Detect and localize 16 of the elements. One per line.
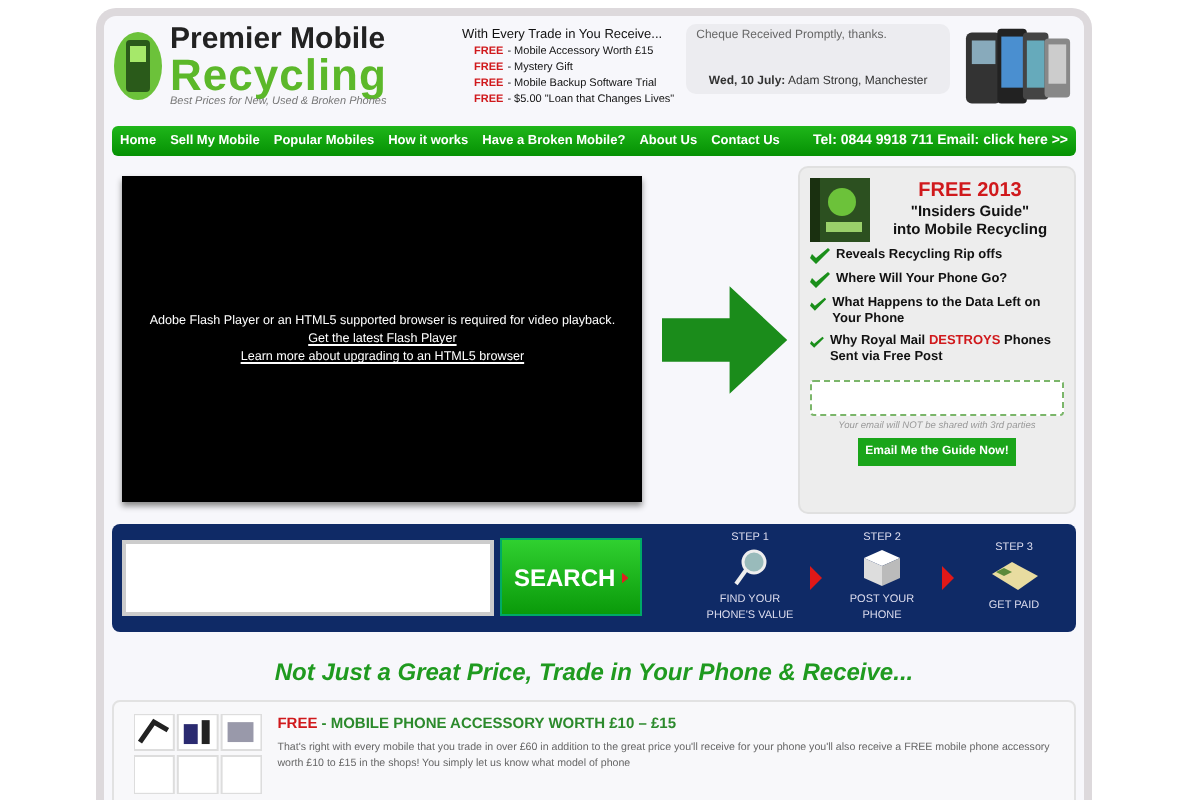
guide-title: FREE 2013 [918,180,1022,203]
search-field[interactable] [122,539,494,616]
logo-title: Premier Mobile [170,24,387,54]
magnifier-icon [732,547,768,588]
step-arrow-icon [942,565,954,590]
cheque-icon [988,557,1040,594]
email-field[interactable] [810,379,1064,416]
phone-logo-icon [112,28,164,104]
section-heading: Not Just a Great Price, Trade in Your Phone & Receive... [272,658,916,686]
play-icon [621,569,628,586]
step-arrow-icon [810,565,822,590]
search-button[interactable]: SEARCH [500,538,642,617]
accessories-drawing [134,714,262,794]
right-arrow-icon [662,281,790,398]
logo-subtitle: Recycling [170,54,387,96]
parcel-icon [860,547,904,588]
